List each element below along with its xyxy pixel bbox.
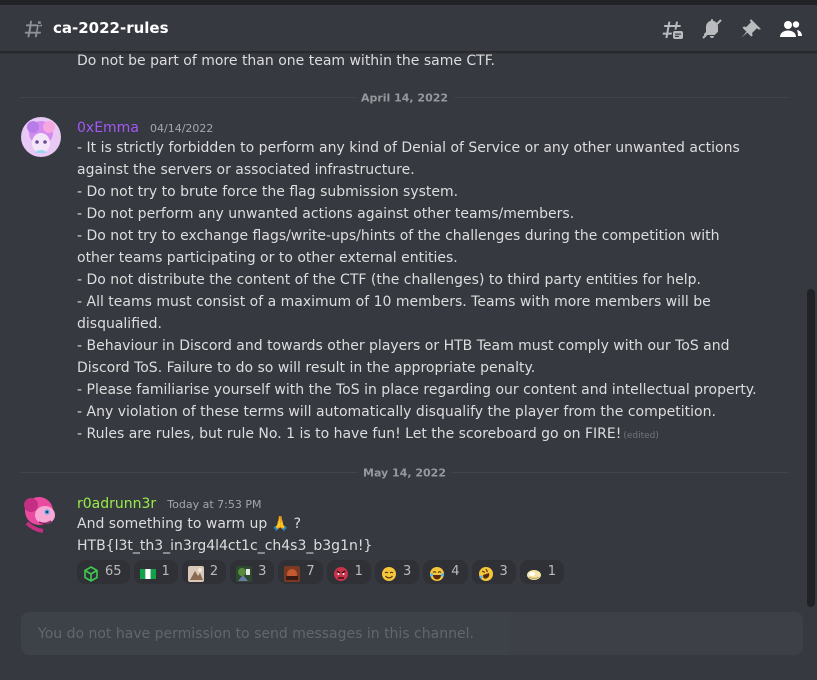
message-composer: You do not have permission to send messa…: [21, 612, 803, 655]
reaction-flag[interactable]: 1: [133, 560, 178, 584]
reaction-custom[interactable]: 1: [519, 560, 565, 584]
rolling-laughing-icon: [478, 566, 494, 582]
message-author[interactable]: r0adrunn3r: [77, 496, 156, 512]
message-body: - It is strictly forbidden to perform an…: [77, 137, 757, 447]
rule-line: - It is strictly forbidden to perform an…: [77, 140, 740, 178]
rule-line: - All teams must consist of a maximum of…: [77, 294, 711, 332]
reaction-count: 1: [161, 564, 170, 579]
pin-icon[interactable]: [739, 17, 763, 41]
reaction-count: 7: [306, 564, 315, 579]
edited-label[interactable]: (edited): [623, 431, 659, 441]
rule-line: - Do not distribute the content of the C…: [77, 272, 701, 288]
custom-emoji-icon: [284, 566, 301, 582]
reaction-bar: 65 1 2 3 7 1 3 4 3 1: [77, 560, 568, 584]
channel-hash-icon: [24, 19, 43, 38]
green-cube-icon: [83, 566, 99, 582]
reaction-smiling[interactable]: 3: [374, 560, 420, 584]
notifications-muted-icon[interactable]: [700, 17, 724, 41]
tears-of-joy-icon: [429, 566, 445, 582]
message-header: 0xEmma 04/14/2022: [77, 117, 213, 137]
reaction-green-cube[interactable]: 65: [77, 560, 130, 584]
message-list[interactable]: Do not be part of more than one team wit…: [0, 53, 806, 613]
rule-line: - Do not try to brute force the flag sub…: [77, 184, 459, 200]
reaction-custom[interactable]: 3: [230, 560, 275, 584]
channel-header: ca-2022-rules: [0, 5, 817, 52]
reaction-rolling-laughing[interactable]: 3: [471, 560, 516, 584]
rule-line: - Behaviour in Discord and towards other…: [77, 338, 730, 376]
rule-line-text: - Rules are rules, but rule No. 1 is to …: [77, 426, 622, 442]
rule-line-last: - Rules are rules, but rule No. 1 is to …: [77, 423, 757, 447]
rule-line: - Do not perform any unwanted actions ag…: [77, 206, 575, 222]
date-divider-label: April 14, 2022: [354, 91, 455, 105]
message-timestamp[interactable]: 04/14/2022: [150, 122, 213, 135]
rule-line: - Please familiarise yourself with the T…: [77, 382, 757, 398]
scrollbar-thumb[interactable]: [807, 289, 815, 607]
rule-line: - Do not try to exchange flags/write-ups…: [77, 228, 720, 266]
user-avatar-icon: [21, 117, 61, 157]
reaction-angry[interactable]: 1: [326, 560, 371, 584]
date-divider: May 14, 2022: [20, 466, 789, 480]
avatar[interactable]: [21, 117, 61, 157]
reaction-count: 3: [402, 564, 412, 579]
reaction-tears-of-joy[interactable]: 4: [423, 560, 468, 584]
bottom-padding: [0, 655, 817, 680]
custom-emoji-icon: [236, 566, 253, 582]
message-timestamp[interactable]: Today at 7:53 PM: [167, 498, 261, 511]
flag-line: HTB{l3t_th3_in3rg4l4ct1c_ch4s3_b3g1n!}: [77, 538, 373, 554]
reaction-count: 3: [258, 564, 267, 579]
rule-line: - Any violation of these terms will auto…: [77, 404, 716, 420]
flag-icon: [139, 566, 156, 582]
message-body: And something to warm up 🙏 ? HTB{l3t_th3…: [77, 513, 757, 557]
user-avatar-icon: [21, 493, 61, 533]
date-divider: April 14, 2022: [20, 91, 789, 105]
reaction-count: 2: [209, 564, 219, 579]
angry-face-icon: [333, 566, 349, 582]
message-author[interactable]: 0xEmma: [77, 120, 139, 136]
previous-message-line: Do not be part of more than one team wit…: [77, 53, 495, 69]
reaction-count: 3: [499, 564, 508, 579]
reaction-count: 4: [451, 564, 460, 579]
channel-name: ca-2022-rules: [53, 19, 169, 37]
smiling-face-icon: [381, 566, 397, 582]
date-divider-label: May 14, 2022: [357, 466, 452, 480]
message-header: r0adrunn3r Today at 7:53 PM: [77, 493, 261, 513]
custom-emoji-icon: [187, 566, 204, 582]
reaction-custom[interactable]: 2: [181, 560, 227, 584]
threads-icon[interactable]: [660, 17, 684, 41]
member-list-icon[interactable]: [779, 17, 803, 41]
reaction-custom[interactable]: 7: [278, 560, 323, 584]
composer-placeholder: You do not have permission to send messa…: [38, 626, 474, 642]
reaction-count: 1: [547, 564, 557, 579]
custom-emoji-icon: [526, 566, 542, 582]
message-line: And something to warm up 🙏 ?: [77, 516, 302, 532]
avatar[interactable]: [21, 493, 61, 533]
reaction-count: 1: [354, 564, 363, 579]
reaction-count: 65: [105, 564, 122, 579]
